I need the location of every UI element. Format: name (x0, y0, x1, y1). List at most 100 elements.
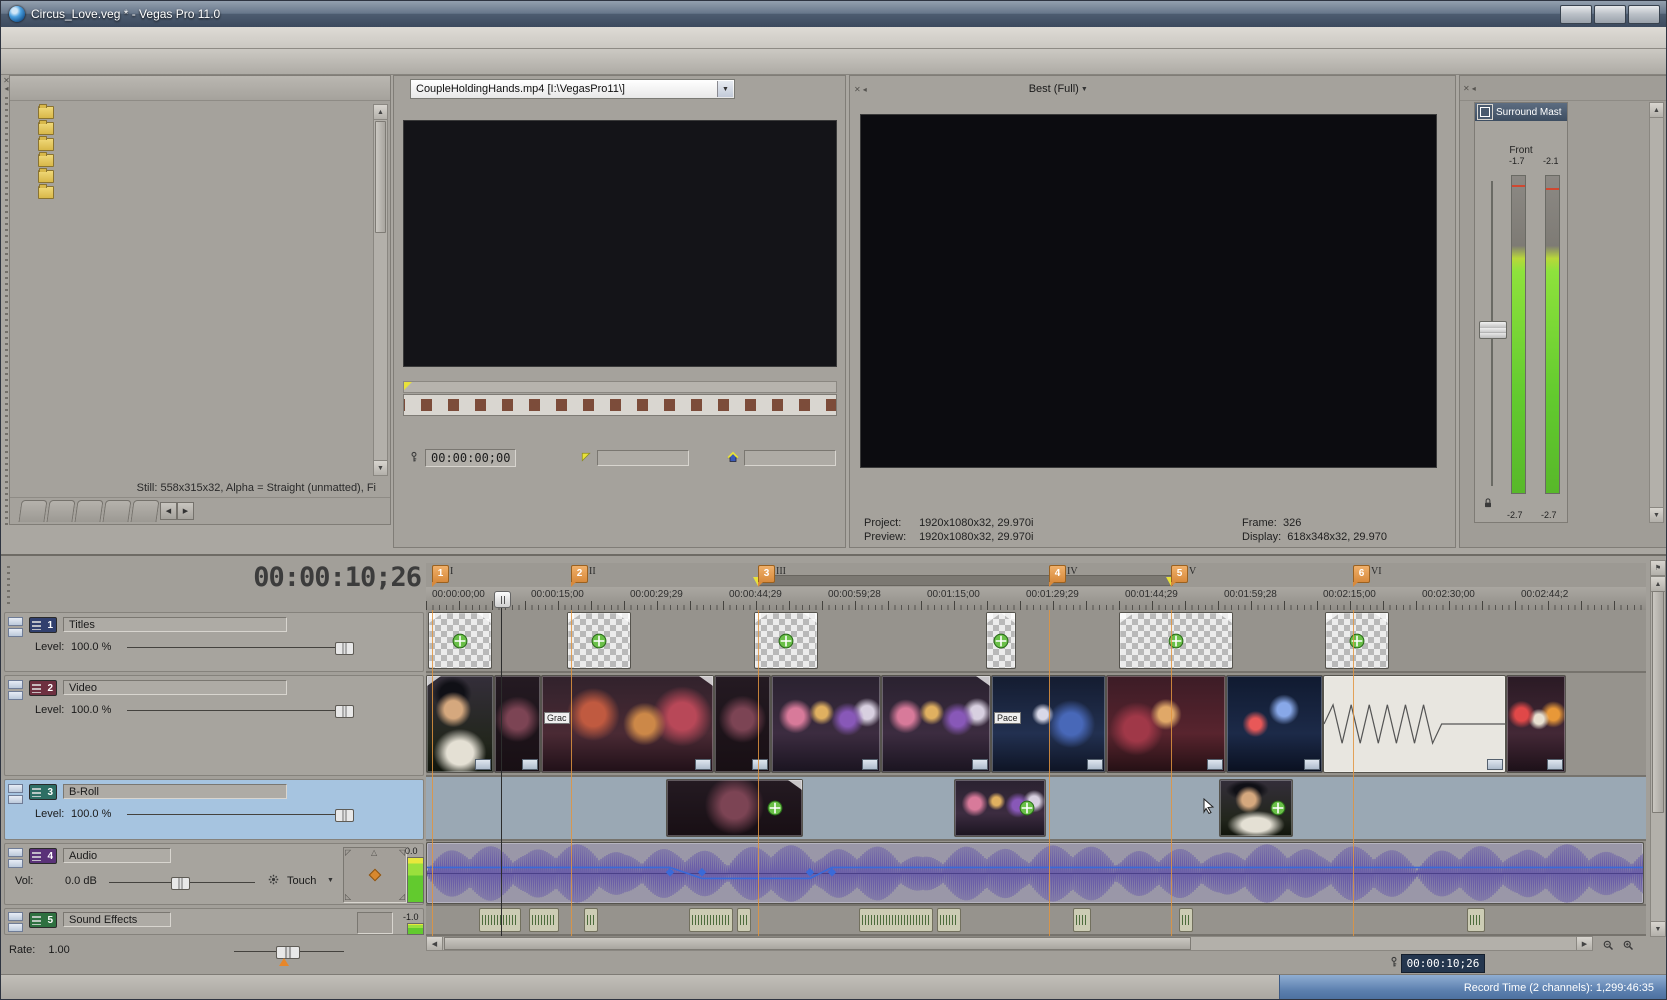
undefined-button[interactable] (685, 952, 710, 975)
track-minimize-buttons[interactable] (8, 680, 23, 702)
title-event[interactable] (986, 612, 1016, 669)
undefined-button[interactable] (114, 50, 139, 73)
undefined-button[interactable] (135, 78, 155, 98)
chevron-down-icon[interactable]: ▼ (717, 81, 733, 97)
media-item[interactable] (180, 204, 276, 296)
timeline-grip[interactable] (3, 560, 14, 606)
undefined-button[interactable] (303, 50, 328, 73)
undefined-button[interactable] (546, 420, 571, 443)
undefined-button[interactable] (330, 50, 355, 73)
title-event[interactable] (428, 612, 492, 669)
undefined-button[interactable] (1579, 78, 1599, 98)
undefined-button[interactable] (465, 420, 490, 443)
undefined-button[interactable] (600, 50, 625, 73)
undefined-button[interactable] (1522, 123, 1542, 143)
undefined-button[interactable] (519, 420, 544, 443)
video-event[interactable] (771, 675, 881, 773)
undefined-button[interactable] (681, 420, 706, 443)
undefined-button[interactable] (1601, 78, 1621, 98)
collapse-icon[interactable]: ◂ (4, 85, 8, 93)
video-event[interactable] (1323, 675, 1506, 773)
lock-icon[interactable] (1478, 494, 1498, 514)
undefined-button[interactable] (438, 50, 463, 73)
track-row-broll[interactable] (426, 777, 1646, 841)
undefined-button[interactable] (1272, 470, 1297, 493)
undefined-button[interactable] (371, 616, 391, 633)
undefined-button[interactable] (469, 952, 494, 975)
sfx-event[interactable] (937, 908, 961, 932)
undefined-button[interactable] (291, 616, 311, 633)
marker-lane[interactable]: 1I2II3III4IV5V6VI (426, 563, 1646, 588)
undefined-button[interactable] (371, 679, 391, 696)
track-header-video[interactable]: 2 Video Level: 100.0 % (4, 675, 424, 776)
undefined-button[interactable] (141, 50, 166, 73)
undefined-button[interactable] (291, 679, 311, 696)
undefined-button[interactable] (1139, 79, 1159, 99)
tab-scroll-left-icon[interactable]: ◀ (160, 502, 177, 520)
undefined-button[interactable] (546, 50, 571, 73)
undefined-button[interactable] (600, 420, 625, 443)
gear-button[interactable] (263, 872, 283, 889)
undefined-button[interactable] (1544, 123, 1564, 143)
track-minimize-buttons[interactable] (8, 912, 23, 934)
collapse-icon[interactable]: ◂ (1472, 84, 1476, 93)
undefined-button[interactable] (351, 679, 371, 696)
undefined-button[interactable] (391, 616, 411, 633)
undefined-button[interactable] (658, 952, 683, 975)
pan-crop-icon[interactable] (1019, 800, 1036, 817)
selection-end-field[interactable] (744, 450, 836, 466)
event-fx-icon[interactable] (752, 759, 768, 770)
broll-event[interactable] (666, 779, 803, 837)
timeline-marker[interactable]: 5 (1171, 565, 1188, 583)
track-name-field[interactable]: Sound Effects (63, 912, 171, 927)
media-scrollbar[interactable]: ▲ ▼ (373, 104, 388, 476)
undefined-button[interactable] (1164, 470, 1189, 493)
undefined-button[interactable] (179, 78, 199, 98)
undefined-button[interactable] (938, 79, 958, 99)
event-fx-icon[interactable] (1304, 759, 1320, 770)
trimmer-clip-selector[interactable]: CoupleHoldingHands.mp4 [I:\VegasPro11\] … (410, 79, 735, 99)
track-header-sfx[interactable]: 5 Sound Effects -1.0 (4, 908, 424, 935)
scroll-thumb[interactable] (444, 937, 1191, 950)
undefined-button[interactable] (762, 420, 787, 443)
undefined-button[interactable] (523, 952, 548, 975)
undefined-button[interactable] (198, 847, 219, 864)
title-event[interactable] (567, 612, 631, 669)
timeline-cursor-handle[interactable] (494, 591, 511, 608)
menu-item[interactable] (81, 35, 99, 41)
undefined-button[interactable] (391, 783, 411, 800)
undefined-button[interactable] (331, 616, 351, 633)
track-minimize-buttons[interactable] (8, 848, 23, 870)
pan-position-handle[interactable] (369, 869, 382, 882)
undefined-button[interactable] (1218, 470, 1243, 493)
magminus-button[interactable] (1598, 936, 1618, 956)
undefined-button[interactable] (377, 639, 397, 656)
track-meter[interactable] (407, 857, 424, 903)
undefined-button[interactable] (357, 806, 377, 823)
undefined-button[interactable] (291, 783, 311, 800)
timeline-marker[interactable]: 2 (571, 565, 588, 583)
track-row-sfx[interactable] (426, 906, 1646, 936)
undefined-button[interactable] (25, 78, 45, 98)
undefined-button[interactable] (219, 847, 240, 864)
broll-event[interactable] (954, 779, 1046, 837)
video-event[interactable] (426, 675, 494, 773)
media-item[interactable] (180, 296, 276, 388)
undefined-button[interactable] (1623, 78, 1643, 98)
undefined-button[interactable] (824, 79, 844, 99)
undefined-button[interactable] (577, 952, 602, 975)
title-event[interactable] (754, 612, 818, 669)
dock-tab[interactable] (18, 500, 47, 522)
event-fx-icon[interactable] (1207, 759, 1223, 770)
loop-region-bar[interactable] (758, 575, 1173, 586)
tree-item[interactable] (24, 120, 176, 136)
chevron-down-icon[interactable]: ▼ (1081, 86, 1088, 93)
timeline-marker[interactable]: 4 (1049, 565, 1066, 583)
undefined-button[interactable] (736, 79, 756, 99)
mixer-scrollbar[interactable]: ▲ ▼ (1649, 102, 1664, 523)
track-name-field[interactable]: B-Roll (63, 784, 287, 799)
undefined-button[interactable] (377, 702, 397, 719)
broll-event[interactable] (1219, 779, 1293, 837)
sfx-event[interactable] (1467, 908, 1485, 932)
scroll-left-icon[interactable]: ◀ (427, 937, 443, 950)
